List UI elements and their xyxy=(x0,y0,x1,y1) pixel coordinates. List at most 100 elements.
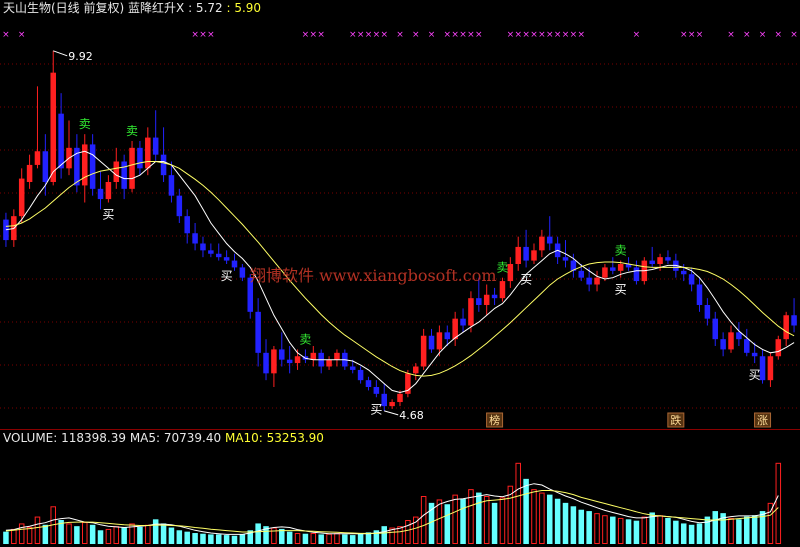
candle-body xyxy=(168,175,175,196)
volume-bar-down xyxy=(546,494,553,544)
volume-bar-down xyxy=(137,526,143,544)
candle-body xyxy=(413,366,419,374)
candle-body xyxy=(397,393,403,403)
buy-signal: 买 xyxy=(102,208,114,222)
candle-body xyxy=(255,311,261,353)
volume-bar-down xyxy=(74,526,80,544)
top-marker: × xyxy=(530,30,538,40)
candle-body xyxy=(531,250,537,261)
volume-bar-down xyxy=(42,524,49,544)
top-marker: × xyxy=(696,30,704,40)
candle-body xyxy=(468,298,474,326)
candle-body xyxy=(239,267,246,278)
volume-bar-down xyxy=(121,527,127,544)
candle-body xyxy=(349,366,356,370)
candle-body xyxy=(428,335,435,350)
top-marker: × xyxy=(207,30,215,40)
top-marker: × xyxy=(680,30,688,40)
low-label: 4.68 xyxy=(399,409,424,422)
candle-body xyxy=(728,332,734,350)
high-label: 9.92 xyxy=(68,50,93,63)
candle-body xyxy=(231,260,238,268)
candle-body xyxy=(58,113,64,169)
candle-body xyxy=(617,264,624,271)
candle-body xyxy=(137,147,143,169)
top-marker: × xyxy=(562,30,570,40)
candle-body xyxy=(499,281,506,299)
sell-signal: 卖 xyxy=(126,124,138,138)
candle-body xyxy=(152,137,159,155)
top-marker: × xyxy=(538,30,546,40)
volume-bar-down xyxy=(357,533,364,544)
buy-signal: 买 xyxy=(520,272,532,286)
candle-body xyxy=(744,339,750,353)
candle-body xyxy=(121,161,127,189)
buy-signal: 买 xyxy=(221,269,233,283)
top-marker: × xyxy=(191,30,199,40)
top-marker: × xyxy=(727,30,735,40)
candle-body xyxy=(460,318,466,326)
volume-bar-down xyxy=(349,535,356,544)
candle-body xyxy=(42,151,49,182)
top-marker: × xyxy=(310,30,318,40)
candle-body xyxy=(586,277,592,285)
candle-body xyxy=(113,161,120,182)
volume-bar-down xyxy=(200,533,206,544)
top-marker: × xyxy=(759,30,767,40)
candle-body xyxy=(326,359,332,367)
top-marker: × xyxy=(365,30,373,40)
candle-body xyxy=(491,294,498,299)
top-marker: × xyxy=(459,30,467,40)
candle-body xyxy=(720,339,726,350)
volume-bar-down xyxy=(208,534,214,544)
volume-bar-down xyxy=(342,534,348,544)
candle-body xyxy=(50,72,56,182)
candle-body xyxy=(767,356,774,381)
top-marker: × xyxy=(467,30,475,40)
sell-signal: 卖 xyxy=(496,261,508,275)
top-marker: × xyxy=(428,30,436,40)
volume-bar-down xyxy=(89,524,96,544)
top-marker: × xyxy=(451,30,459,40)
volume-bar-down xyxy=(578,509,585,544)
top-marker: × xyxy=(554,30,562,40)
volume-bar-down xyxy=(744,516,750,544)
top-marker: × xyxy=(743,30,751,40)
candle-body xyxy=(476,298,482,305)
candle-body xyxy=(334,352,340,360)
volume-bar-down xyxy=(192,533,198,544)
candle-body xyxy=(365,380,372,387)
candle-body xyxy=(160,154,167,176)
volume-bar-down xyxy=(491,502,498,544)
candle-body xyxy=(546,236,553,244)
candle-body xyxy=(176,195,183,217)
candle-body xyxy=(200,243,206,251)
top-marker: × xyxy=(790,30,798,40)
candle-body xyxy=(286,359,293,364)
candle-body xyxy=(578,270,585,278)
candle-body xyxy=(26,164,33,182)
top-marker: × xyxy=(633,30,641,40)
candle-body xyxy=(444,332,451,340)
candle-body xyxy=(775,339,782,357)
volume-bar-down xyxy=(255,523,261,544)
candle-body xyxy=(649,260,655,264)
volume-bar-down xyxy=(460,498,466,544)
buy-signal: 买 xyxy=(749,368,761,382)
candle-body xyxy=(373,387,380,394)
candle-body xyxy=(129,147,135,189)
volume-bar-down xyxy=(712,511,719,544)
badge-label: 涨 xyxy=(757,414,768,427)
volume-ma5: MA5: 70739.40 xyxy=(129,431,222,445)
volume-bar-down xyxy=(184,531,190,544)
top-marker: × xyxy=(357,30,365,40)
top-marker: × xyxy=(373,30,381,40)
top-marker: × xyxy=(577,30,585,40)
volume-bar-down xyxy=(381,526,387,544)
volume-ma10: MA10: 53253.90 xyxy=(224,431,324,445)
candle-body xyxy=(523,246,529,261)
candle-body xyxy=(483,294,490,305)
volume-bar-down xyxy=(680,523,687,544)
volume-bar-down xyxy=(239,534,246,544)
indicator-value-1: : 5.72 xyxy=(188,1,223,15)
